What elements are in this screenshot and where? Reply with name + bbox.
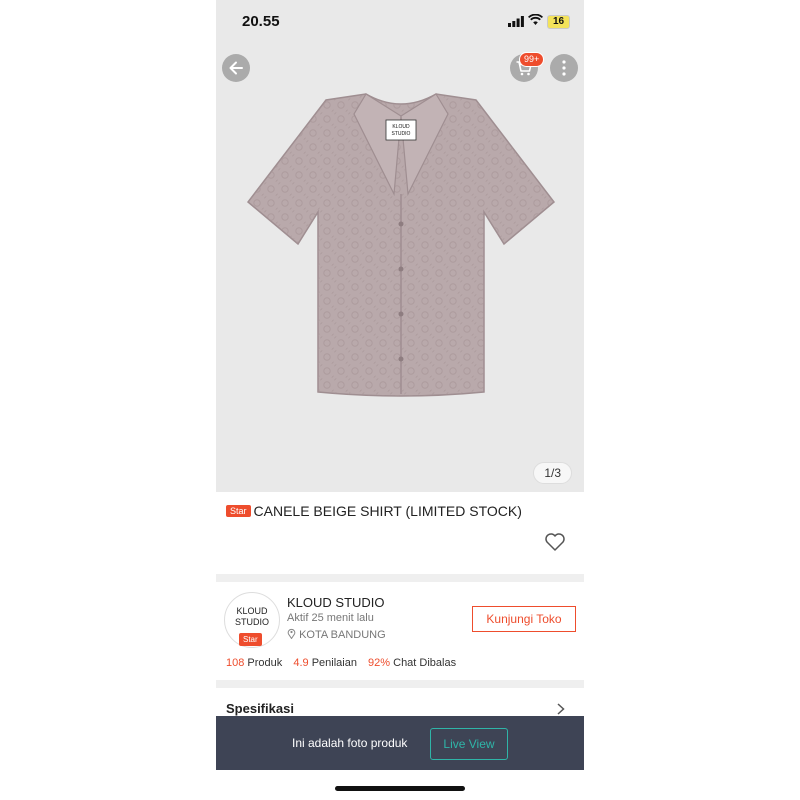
product-image-gallery[interactable]: KLOUD STUDIO 99+ 1/3 [216, 44, 584, 492]
more-options-button[interactable] [550, 54, 578, 82]
phone-screen: 20.55 16 KLOUD STUDIO 99+ 1/3 Star CANEL… [216, 0, 584, 800]
products-label: Produk [247, 657, 283, 669]
home-indicator [335, 786, 465, 791]
live-view-banner: Ini adalah foto produk Live View [216, 716, 584, 770]
status-bar: 20.55 16 [216, 0, 584, 44]
product-title-row: Star CANELE BEIGE SHIRT (LIMITED STOCK) [226, 503, 576, 519]
back-button[interactable] [222, 54, 250, 82]
rating-label: Penilaian [311, 657, 357, 669]
shop-stats: 108 Produk 4.9 Penilaian 92% Chat Dibala… [226, 657, 456, 669]
shop-name[interactable]: KLOUD STUDIO [287, 595, 385, 610]
chevron-right-icon[interactable] [556, 702, 566, 716]
svg-text:STUDIO: STUDIO [392, 131, 411, 137]
product-image[interactable]: KLOUD STUDIO [236, 84, 566, 404]
location-pin-icon [287, 628, 296, 640]
wifi-icon [528, 14, 543, 25]
visit-shop-button[interactable]: Kunjungi Toko [472, 606, 576, 632]
banner-message: Ini adalah foto produk [292, 736, 408, 750]
shop-avatar[interactable]: KLOUD STUDIO Star [224, 592, 280, 648]
rating-value: 4.9 [293, 657, 309, 669]
shop-star-badge: Star [239, 633, 262, 646]
live-view-button[interactable]: Live View [430, 728, 508, 760]
svg-text:KLOUD: KLOUD [392, 124, 410, 130]
specification-row[interactable]: Spesifikasi [226, 701, 294, 716]
products-count: 108 [226, 657, 245, 669]
product-title: CANELE BEIGE SHIRT (LIMITED STOCK) [253, 503, 522, 519]
heart-icon[interactable] [544, 532, 566, 552]
battery-indicator: 16 [547, 15, 570, 29]
shop-location-text: KOTA BANDUNG [299, 629, 386, 641]
status-time: 20.55 [242, 13, 280, 30]
arrow-left-icon [229, 61, 243, 75]
section-divider [216, 680, 584, 688]
chat-response-label: Chat Dibalas [393, 657, 457, 669]
image-counter: 1/3 [533, 462, 572, 484]
cellular-signal-icon [508, 16, 524, 27]
shop-logo-text: KLOUD STUDIO [234, 606, 269, 627]
shop-active-status: Aktif 25 menit lalu [287, 612, 374, 624]
cart-count-badge: 99+ [519, 52, 545, 67]
more-vertical-icon [562, 60, 566, 76]
section-divider [216, 574, 584, 582]
star-badge: Star [226, 505, 251, 517]
shop-location: KOTA BANDUNG [287, 628, 386, 641]
chat-response-rate: 92% [368, 657, 391, 669]
